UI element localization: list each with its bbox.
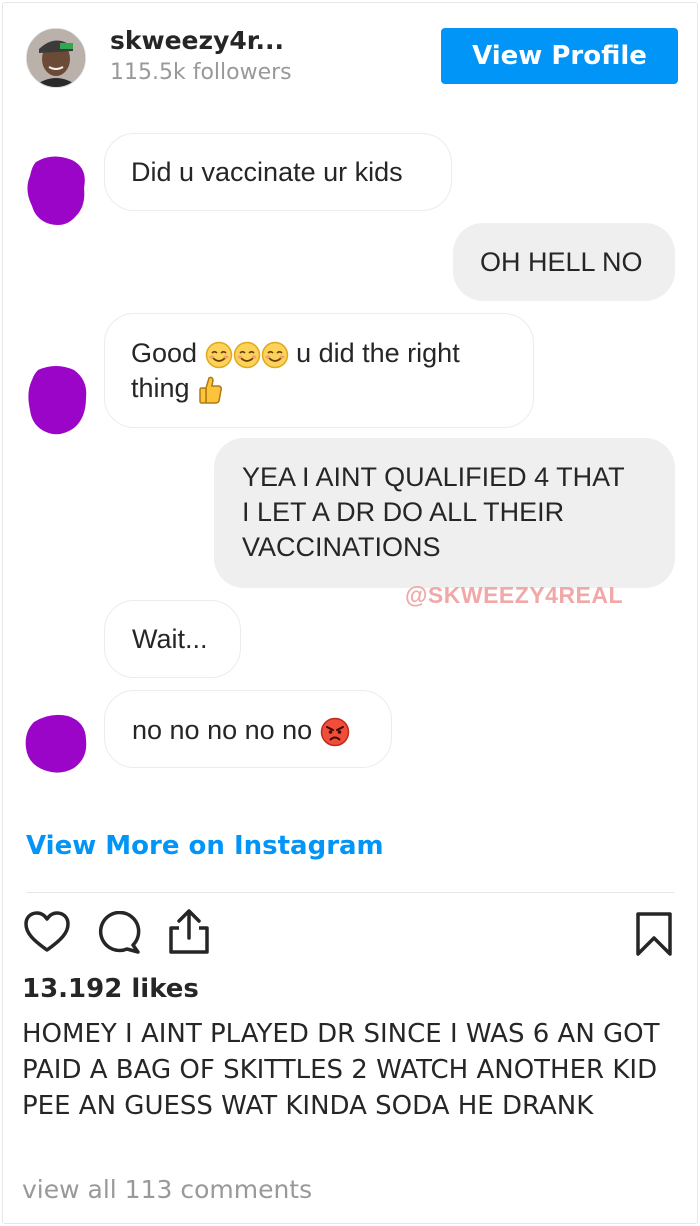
- message-text: thing: [131, 373, 190, 403]
- message-incoming: no no no no no: [104, 690, 392, 768]
- message-text: YEA I AINT QUALIFIED 4 THAT: [242, 462, 625, 492]
- message-text: I LET A DR DO ALL THEIR: [242, 497, 565, 527]
- redacted-avatar: [27, 156, 85, 225]
- smiling-face-icon: [233, 341, 260, 369]
- message-incoming: Wait...: [104, 600, 241, 678]
- message-outgoing: OH HELL NO: [453, 223, 675, 301]
- redacted-avatar: [28, 366, 87, 435]
- bookmark-icon[interactable]: [634, 911, 674, 957]
- comment-icon[interactable]: [96, 911, 142, 955]
- message-text: Did u vaccinate ur kids: [131, 157, 403, 187]
- message-text: no no no no no: [132, 715, 313, 745]
- share-icon[interactable]: [167, 908, 211, 956]
- message-outgoing: YEA I AINT QUALIFIED 4 THAT I LET A DR D…: [214, 438, 675, 588]
- message-text: Good: [131, 338, 198, 368]
- dm-screenshot: Did u vaccinate ur kids OH HELL NO Good …: [0, 0, 700, 800]
- smiling-face-icon: [261, 341, 288, 369]
- heart-icon[interactable]: [24, 911, 70, 953]
- message-incoming: Did u vaccinate ur kids: [104, 133, 452, 211]
- thumbs-up-icon: [199, 376, 223, 404]
- divider: [26, 892, 674, 893]
- post-caption: HOMEY I AINT PLAYED DR SINCE I WAS 6 AN …: [22, 1019, 660, 1121]
- smiling-face-icon: [205, 341, 232, 369]
- view-comments-link[interactable]: view all 113 comments: [22, 1175, 312, 1204]
- like-count[interactable]: 13.192 likes: [22, 974, 199, 1004]
- message-line: thing: [131, 371, 533, 406]
- angry-face-icon: [320, 717, 349, 747]
- message-incoming: Good u did the right thing: [104, 313, 534, 428]
- message-line: no no no no no: [132, 713, 391, 748]
- redacted-avatar: [25, 714, 87, 773]
- view-more-link[interactable]: View More on Instagram: [26, 831, 384, 861]
- message-text: u did the right: [296, 338, 460, 368]
- message-line: Good u did the right: [131, 336, 533, 371]
- message-text: OH HELL NO: [480, 247, 643, 277]
- message-text: Wait...: [132, 624, 208, 654]
- watermark: @SKWEEZY4REAL: [405, 582, 624, 608]
- message-text: VACCINATIONS: [242, 532, 441, 562]
